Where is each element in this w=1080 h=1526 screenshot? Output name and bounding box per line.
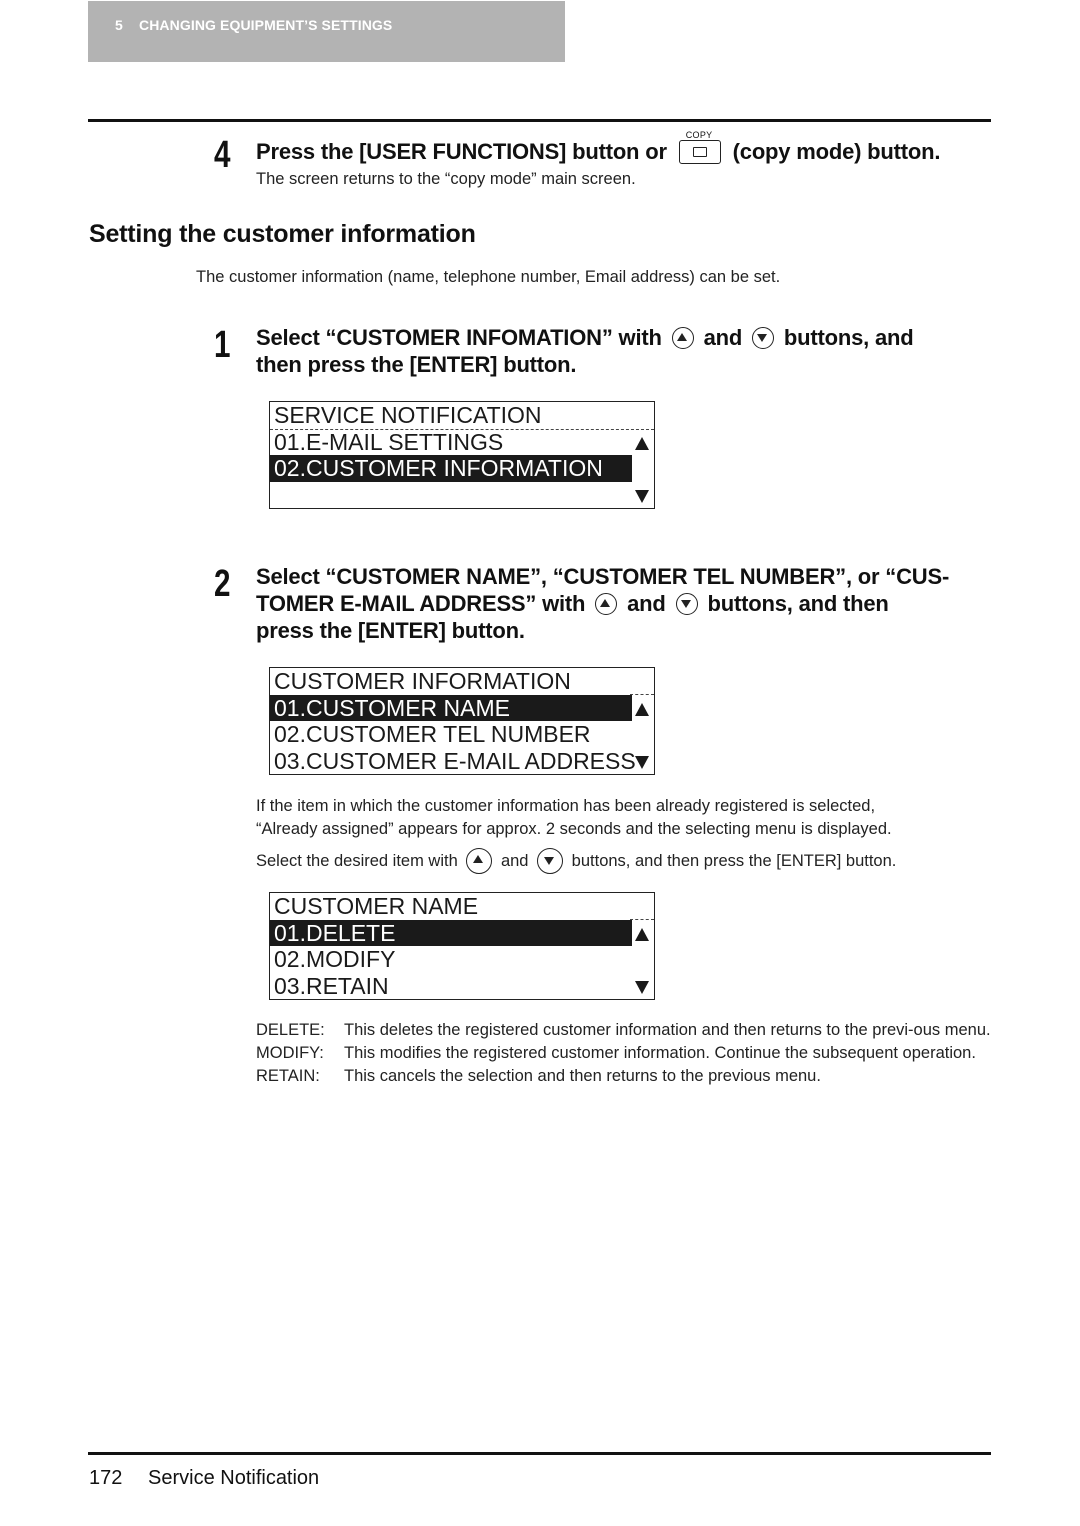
description-key: RETAIN:: [256, 1067, 320, 1085]
lcd3-row-text: 03.RETAIN: [274, 972, 389, 999]
lcd2-header: CUSTOMER INFORMATION: [270, 668, 654, 695]
dashed-separator: [630, 918, 654, 920]
up-arrow-button-icon: [671, 327, 694, 349]
copy-mode-button-icon: COPY: [678, 130, 721, 164]
chapter-title: CHANGING EQUIPMENT’S SETTINGS: [139, 17, 393, 33]
up-arrow-button-icon: [466, 848, 493, 874]
lcd1-row-customer-information: 02.CUSTOMER INFORMATION: [270, 455, 654, 482]
dashed-separator: [630, 693, 654, 695]
step-2-line2b: buttons, and then: [707, 591, 889, 616]
chapter-tab: 5 CHANGING EQUIPMENT’S SETTINGS: [88, 1, 565, 62]
description-row-delete: DELETE: This deletes the registered cust…: [256, 1019, 994, 1042]
bottom-divider: [88, 1452, 991, 1455]
step-1-line2: then press the [ENTER] button.: [256, 352, 577, 377]
lcd3-row-modify: 02.MODIFY: [270, 946, 654, 973]
lcd3-row-text: 01.DELETE: [274, 919, 396, 946]
note-line-3a: Select the desired item with: [256, 852, 458, 870]
lcd1-row-text: 02.CUSTOMER INFORMATION: [274, 455, 603, 481]
description-value: This modifies the registered customer in…: [344, 1044, 976, 1062]
lcd3-row-text: 02.MODIFY: [274, 946, 396, 972]
step-number-2: 2: [214, 563, 231, 605]
step-1-and: and: [703, 325, 743, 350]
lcd-screen-customer-name: CUSTOMER NAME 01.DELETE 02.MODIFY 03.RET…: [269, 892, 655, 1000]
lcd-screen-customer-information: CUSTOMER INFORMATION 01.CUSTOMER NAME 02…: [269, 667, 655, 775]
scroll-up-arrow-icon: [635, 702, 649, 716]
lcd2-row-text: 03.CUSTOMER E-MAIL ADDRESS: [274, 747, 636, 774]
step-4-instruction: Press the [USER FUNCTIONS] button or COP…: [256, 130, 941, 165]
step-2-and: and: [627, 591, 666, 616]
scroll-down-arrow-icon: [635, 489, 649, 503]
step-2-line2a: TOMER E-MAIL ADDRESS” with: [256, 591, 586, 616]
down-arrow-button-icon: [752, 327, 774, 349]
step-4-text-after: (copy mode) button.: [732, 139, 941, 164]
down-arrow-button-icon: [675, 593, 698, 615]
lcd1-row-empty: [270, 482, 654, 509]
step-2-instruction: Select “CUSTOMER NAME”, “CUSTOMER TEL NU…: [256, 563, 949, 644]
step-1-instruction: Select “CUSTOMER INFOMATION” with and bu…: [256, 324, 914, 378]
page-number: 172: [89, 1467, 123, 1489]
lcd3-row-text: CUSTOMER NAME: [274, 893, 479, 919]
description-value: This deletes the registered customer inf…: [344, 1021, 991, 1039]
lcd1-row-text: SERVICE NOTIFICATION: [274, 402, 542, 428]
scroll-up-arrow-icon: [635, 927, 649, 941]
section-title: Setting the customer information: [89, 220, 476, 248]
already-assigned-note: If the item in which the customer inform…: [256, 795, 896, 874]
lcd2-row-text: 01.CUSTOMER NAME: [274, 694, 511, 721]
lcd1-row-email-settings: 01.E-MAIL SETTINGS: [270, 429, 654, 456]
note-line-1: If the item in which the customer inform…: [256, 797, 876, 815]
lcd3-row-retain: 03.RETAIN: [270, 973, 654, 1000]
lcd2-row-customer-tel: 02.CUSTOMER TEL NUMBER: [270, 721, 654, 748]
step-4-text-before: Press the [USER FUNCTIONS] button or: [256, 139, 667, 164]
scroll-up-arrow-icon: [635, 436, 649, 450]
lcd2-row-customer-email: 03.CUSTOMER E-MAIL ADDRESS: [270, 748, 654, 775]
step-1-line1b: buttons, and: [783, 325, 914, 350]
lcd2-row-text: 02.CUSTOMER TEL NUMBER: [274, 721, 591, 747]
option-descriptions: DELETE: This deletes the registered cust…: [256, 1019, 994, 1088]
copy-glyph-icon: [692, 147, 707, 157]
step-2-line3: press the [ENTER] button.: [256, 618, 525, 643]
note-and: and: [500, 852, 529, 870]
description-value: This cancels the selection and then retu…: [344, 1067, 821, 1085]
note-line-3b: buttons, and then press the [ENTER] butt…: [571, 852, 897, 870]
lcd2-row-customer-name: 01.CUSTOMER NAME: [270, 693, 654, 721]
chapter-number: 5: [115, 17, 123, 33]
up-arrow-button-icon: [595, 593, 618, 615]
description-key: DELETE:: [256, 1021, 325, 1039]
step-number-4: 4: [214, 134, 231, 176]
section-intro: The customer information (name, telephon…: [196, 268, 781, 286]
footer-title: Service Notification: [148, 1467, 320, 1489]
top-divider: [88, 119, 991, 122]
step-2-line1: Select “CUSTOMER NAME”, “CUSTOMER TEL NU…: [256, 564, 950, 589]
scroll-down-arrow-icon: [635, 980, 649, 994]
step-4-note: The screen returns to the “copy mode” ma…: [256, 170, 636, 188]
lcd1-row-text: 01.E-MAIL SETTINGS: [274, 428, 504, 455]
lcd3-row-delete: 01.DELETE: [270, 918, 654, 946]
step-1-line1a: Select “CUSTOMER INFOMATION” with: [256, 325, 662, 350]
scroll-down-arrow-icon: [635, 755, 649, 769]
description-row-retain: RETAIN: This cancels the selection and t…: [256, 1065, 994, 1088]
note-line-2: “Already assigned” appears for approx. 2…: [256, 820, 892, 838]
copy-label: COPY: [685, 130, 713, 140]
description-row-modify: MODIFY: This modifies the registered cus…: [256, 1042, 994, 1065]
lcd2-row-text: CUSTOMER INFORMATION: [274, 668, 571, 694]
lcd-screen-service-notification: SERVICE NOTIFICATION 01.E-MAIL SETTINGS …: [269, 401, 655, 509]
lcd3-header: CUSTOMER NAME: [270, 893, 654, 920]
step-number-1: 1: [214, 324, 231, 366]
description-key: MODIFY:: [256, 1044, 324, 1062]
lcd1-header: SERVICE NOTIFICATION: [270, 402, 654, 429]
down-arrow-button-icon: [537, 848, 564, 874]
